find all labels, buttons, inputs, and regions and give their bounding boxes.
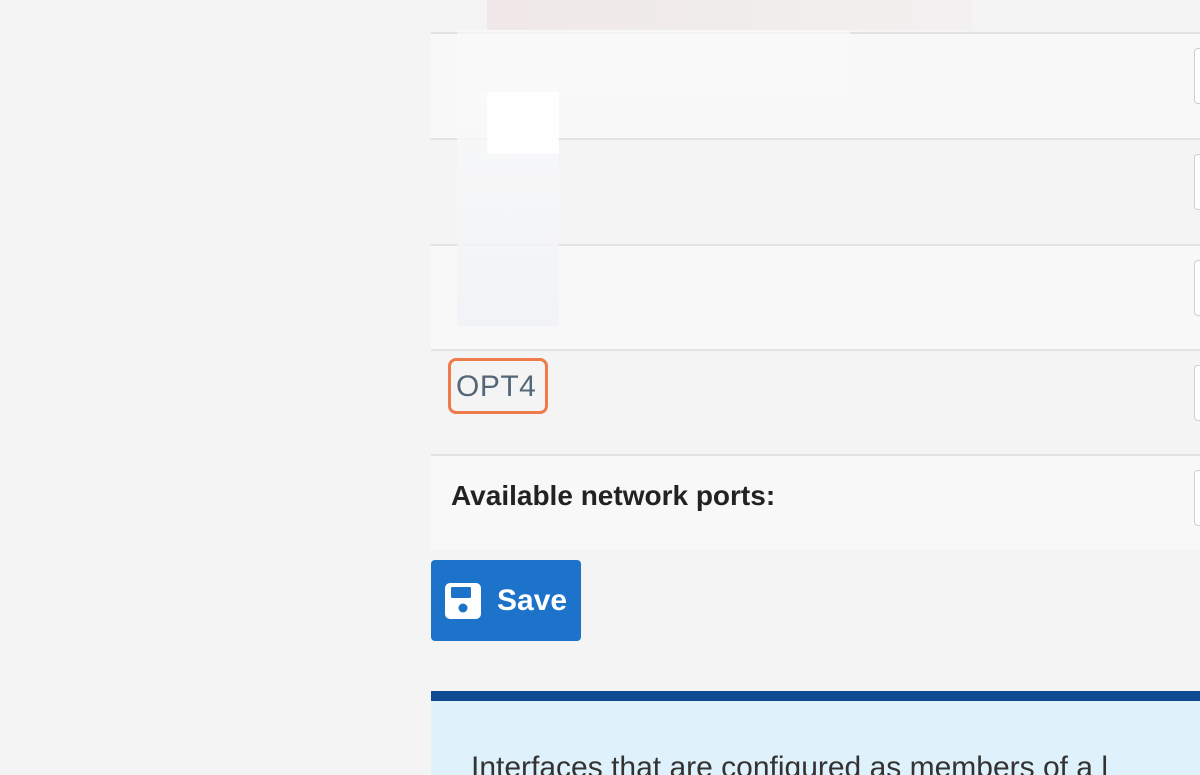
highlight-annotation <box>448 358 548 414</box>
available-ports-select-edge[interactable] <box>1194 470 1200 526</box>
redacted-area <box>487 0 972 30</box>
floppy-disk-icon <box>443 581 483 621</box>
redacted-area <box>457 30 850 92</box>
network-port-select-edge[interactable] <box>1194 365 1200 421</box>
info-alert-text: Interfaces that are configured as member… <box>471 751 1108 775</box>
redacted-area <box>487 92 559 154</box>
network-port-select-edge[interactable] <box>1194 260 1200 316</box>
network-port-select-edge[interactable] <box>1194 154 1200 210</box>
page: OPT4 Available network ports: Save Inter… <box>0 0 1200 775</box>
available-ports-label: Available network ports: <box>451 480 776 511</box>
info-alert: Interfaces that are configured as member… <box>431 691 1200 775</box>
save-button[interactable]: Save <box>431 560 581 641</box>
network-port-select-edge[interactable] <box>1194 48 1200 104</box>
save-button-label: Save <box>497 583 568 617</box>
